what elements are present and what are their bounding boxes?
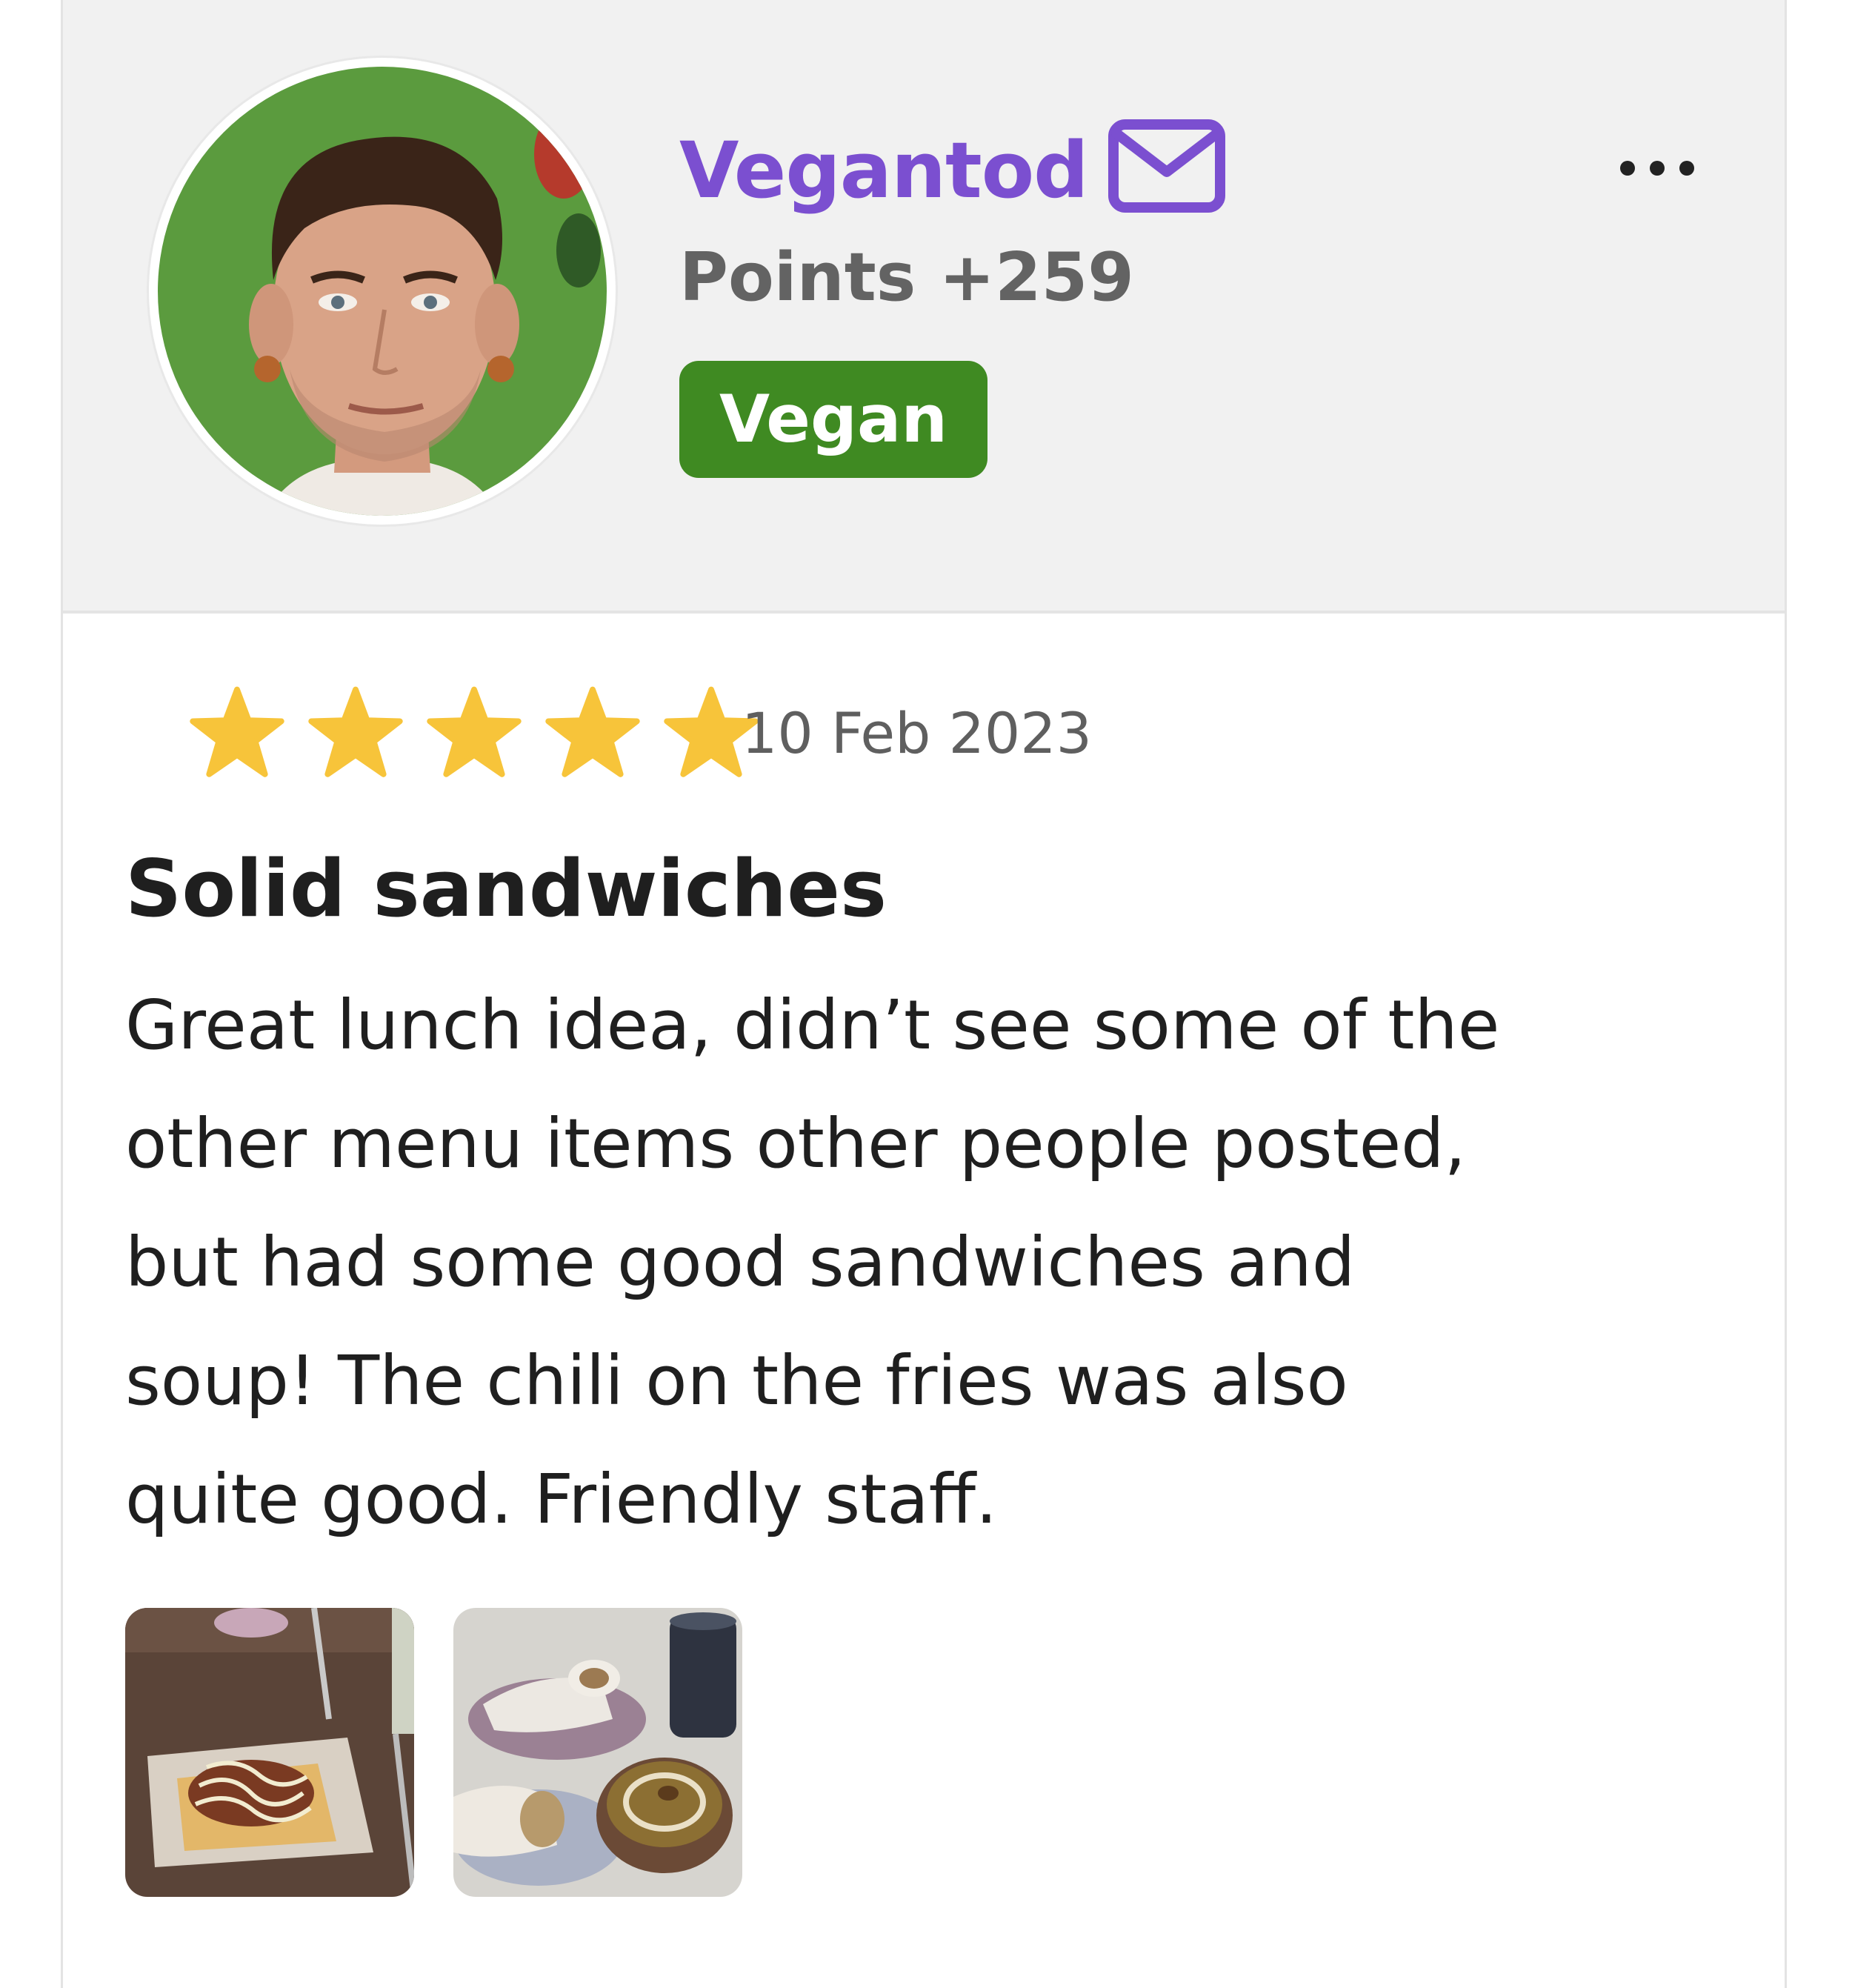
review-body-line: other menu items other people posted, xyxy=(125,1104,1466,1183)
username[interactable]: Vegantod xyxy=(679,119,1089,222)
review-photo-chili-fries[interactable] xyxy=(125,1608,414,1897)
more-horizontal-icon-dot xyxy=(1679,161,1694,176)
star-icon xyxy=(190,686,284,777)
more-horizontal-icon xyxy=(1620,161,1635,176)
avatar[interactable] xyxy=(149,58,616,525)
review-body-line: soup! The chili on the fries was also xyxy=(125,1341,1348,1420)
review-photo-wraps-soup[interactable] xyxy=(453,1608,742,1897)
review-body-line: Great lunch idea, didn’t see some of the xyxy=(125,985,1500,1065)
star-icon xyxy=(427,686,522,777)
star-icon xyxy=(545,686,640,777)
envelope-icon[interactable] xyxy=(1107,119,1226,213)
review-body: Great lunch idea, didn’t see some of the… xyxy=(125,966,1740,1559)
user-points: Points +259 xyxy=(679,239,1134,316)
review-date: 10 Feb 2023 xyxy=(742,700,1092,766)
avatar-image xyxy=(158,67,607,516)
reviewer-header: Vegantod Points +259 Vegan xyxy=(63,0,1785,614)
review-card: Vegantod Points +259 Vegan 10 Feb 2023 S… xyxy=(61,0,1787,1988)
diet-badge: Vegan xyxy=(679,361,987,478)
wraps-and-soup-photo xyxy=(453,1608,742,1897)
review-title: Solid sandwiches xyxy=(125,843,887,934)
more-options-button[interactable] xyxy=(1611,133,1730,200)
star-icon xyxy=(308,686,403,777)
chili-fries-photo xyxy=(125,1608,414,1897)
review-body-line: quite good. Friendly staff. xyxy=(125,1460,998,1539)
more-horizontal-icon-dot xyxy=(1650,161,1665,176)
review-body-line: but had some good sandwiches and xyxy=(125,1223,1356,1302)
